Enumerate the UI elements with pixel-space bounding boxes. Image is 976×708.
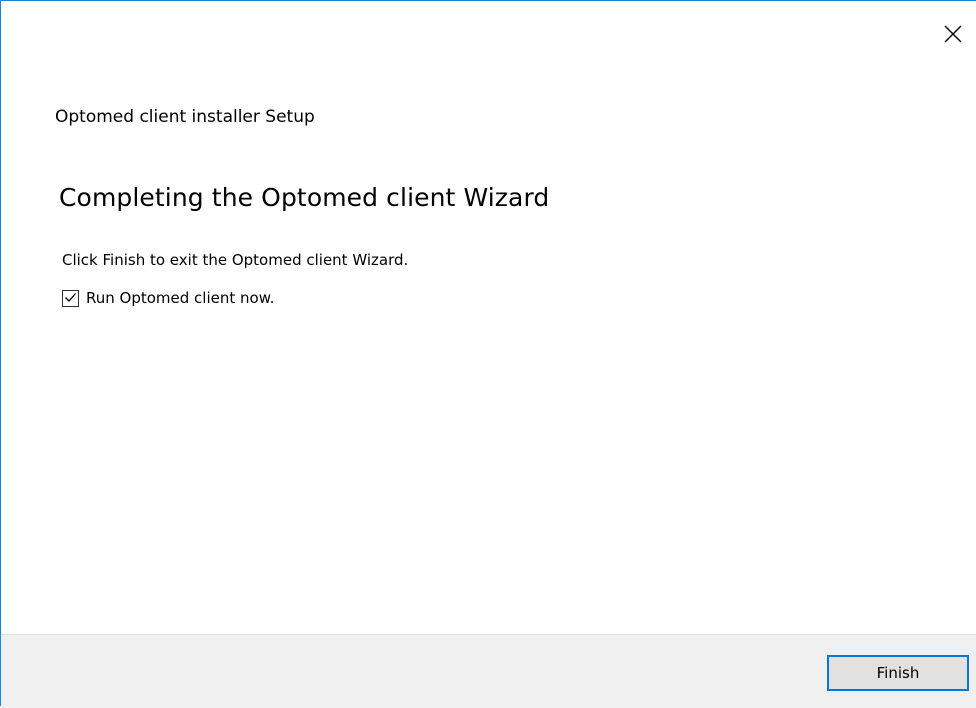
instructions-text: Click Finish to exit the Optomed client … [62, 251, 409, 269]
finish-button[interactable]: Finish [827, 655, 969, 691]
close-button[interactable] [936, 19, 970, 53]
footer-bar: Finish [1, 634, 976, 708]
page-title: Completing the Optomed client Wizard [59, 183, 550, 212]
installer-window: Optomed client installer Setup Completin… [0, 0, 976, 708]
app-title: Optomed client installer Setup [55, 107, 315, 127]
run-now-label[interactable]: Run Optomed client now. [86, 289, 274, 307]
close-icon [943, 24, 963, 48]
checkmark-icon [64, 289, 77, 308]
run-now-option[interactable]: Run Optomed client now. [62, 289, 274, 307]
run-now-checkbox[interactable] [62, 289, 79, 308]
